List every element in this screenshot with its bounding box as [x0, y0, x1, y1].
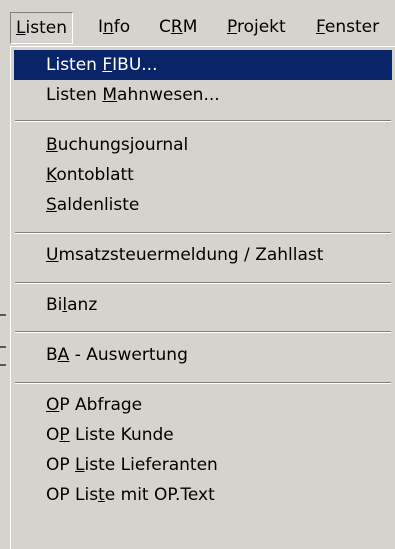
- menu-separator: [15, 382, 391, 384]
- menu-crm-pre: C: [159, 17, 171, 37]
- edge-tick: [0, 346, 6, 348]
- menu-separator: [15, 331, 391, 333]
- item-rest: P Abfrage: [59, 395, 143, 415]
- item-pre: OP: [46, 455, 76, 475]
- item-rest: msatzsteuermeldung / Zahllast: [58, 245, 324, 265]
- item-rest: anz: [67, 295, 98, 315]
- menu-item-bilanz[interactable]: Bilanz: [14, 290, 392, 320]
- menu-separator: [15, 232, 391, 234]
- item-rest: ahnwesen...: [117, 85, 220, 105]
- item-rest: IBU...: [112, 55, 158, 75]
- menu-projekt[interactable]: Projekt: [221, 12, 292, 42]
- menu-item-op-liste-kunde[interactable]: OP Liste Kunde: [14, 420, 392, 450]
- menu-item-listen-fibu[interactable]: Listen FIBU...: [14, 50, 392, 80]
- item-accelerator: U: [46, 245, 59, 265]
- item-accelerator: K: [46, 165, 57, 185]
- item-pre: B: [46, 345, 58, 365]
- menu-item-ba-auswertung[interactable]: BA - Auswertung: [14, 340, 392, 370]
- listen-dropdown-menu: Listen FIBU... Listen Mahnwesen... Buchu…: [10, 46, 395, 549]
- item-rest: ontoblatt: [56, 165, 134, 185]
- menu-item-op-liste-mit-op-text[interactable]: OP Liste mit OP.Text: [14, 480, 392, 510]
- item-accelerator: S: [46, 195, 57, 215]
- item-pre: Bi: [46, 295, 63, 315]
- menu-fenster-accelerator: F: [316, 17, 325, 37]
- menu-crm-accelerator: R: [170, 17, 183, 37]
- item-accelerator: P: [59, 425, 70, 445]
- edge-tick: [0, 364, 6, 366]
- menu-info[interactable]: Info: [92, 12, 136, 42]
- item-accelerator: A: [57, 345, 70, 365]
- menu-projekt-accelerator: P: [227, 17, 237, 37]
- item-rest: Liste Kunde: [69, 425, 174, 445]
- menu-item-kontoblatt[interactable]: Kontoblatt: [14, 160, 392, 190]
- menu-item-listen-mahnwesen[interactable]: Listen Mahnwesen...: [14, 80, 392, 110]
- item-rest: e mit OP.Text: [104, 485, 215, 505]
- item-rest: iste Lieferanten: [84, 455, 218, 475]
- menu-crm-rest: M: [182, 17, 198, 37]
- item-accelerator: L: [75, 455, 85, 475]
- menu-separator: [15, 120, 391, 122]
- item-rest: uchungsjournal: [57, 135, 189, 155]
- item-pre: Listen: [46, 85, 103, 105]
- edge-tick: [0, 314, 6, 316]
- menu-item-op-abfrage[interactable]: OP Abfrage: [14, 390, 392, 420]
- item-pre: O: [46, 425, 60, 445]
- menu-item-op-liste-lieferanten[interactable]: OP Liste Lieferanten: [14, 450, 392, 480]
- item-accelerator: O: [46, 395, 60, 415]
- menu-bar: Listen Info CRM Projekt Fenster: [0, 0, 395, 46]
- menu-listen[interactable]: Listen: [10, 12, 73, 44]
- item-rest: - Auswertung: [69, 345, 188, 365]
- menu-separator: [15, 282, 391, 284]
- menu-info-accelerator: n: [103, 17, 114, 37]
- item-accelerator: F: [102, 55, 113, 75]
- menu-item-saldenliste[interactable]: Saldenliste: [14, 190, 392, 220]
- menu-crm[interactable]: CRM: [153, 12, 203, 42]
- item-accelerator: B: [46, 135, 58, 155]
- item-pre: Listen: [46, 55, 103, 75]
- item-pre: OP Lis: [46, 485, 99, 505]
- menu-fenster-rest: enster: [324, 17, 380, 37]
- menu-item-umsatzsteuermeldung[interactable]: Umsatzsteuermeldung / Zahllast: [14, 240, 392, 270]
- menu-listen-rest: isten: [25, 18, 67, 38]
- menu-projekt-rest: rojekt: [236, 17, 286, 37]
- item-rest: aldenliste: [56, 195, 140, 215]
- menu-fenster[interactable]: Fenster: [310, 12, 385, 42]
- item-accelerator: M: [102, 85, 118, 105]
- menu-info-rest: fo: [113, 17, 131, 37]
- item-accelerator: t: [98, 485, 105, 505]
- menu-item-buchungsjournal[interactable]: Buchungsjournal: [14, 130, 392, 160]
